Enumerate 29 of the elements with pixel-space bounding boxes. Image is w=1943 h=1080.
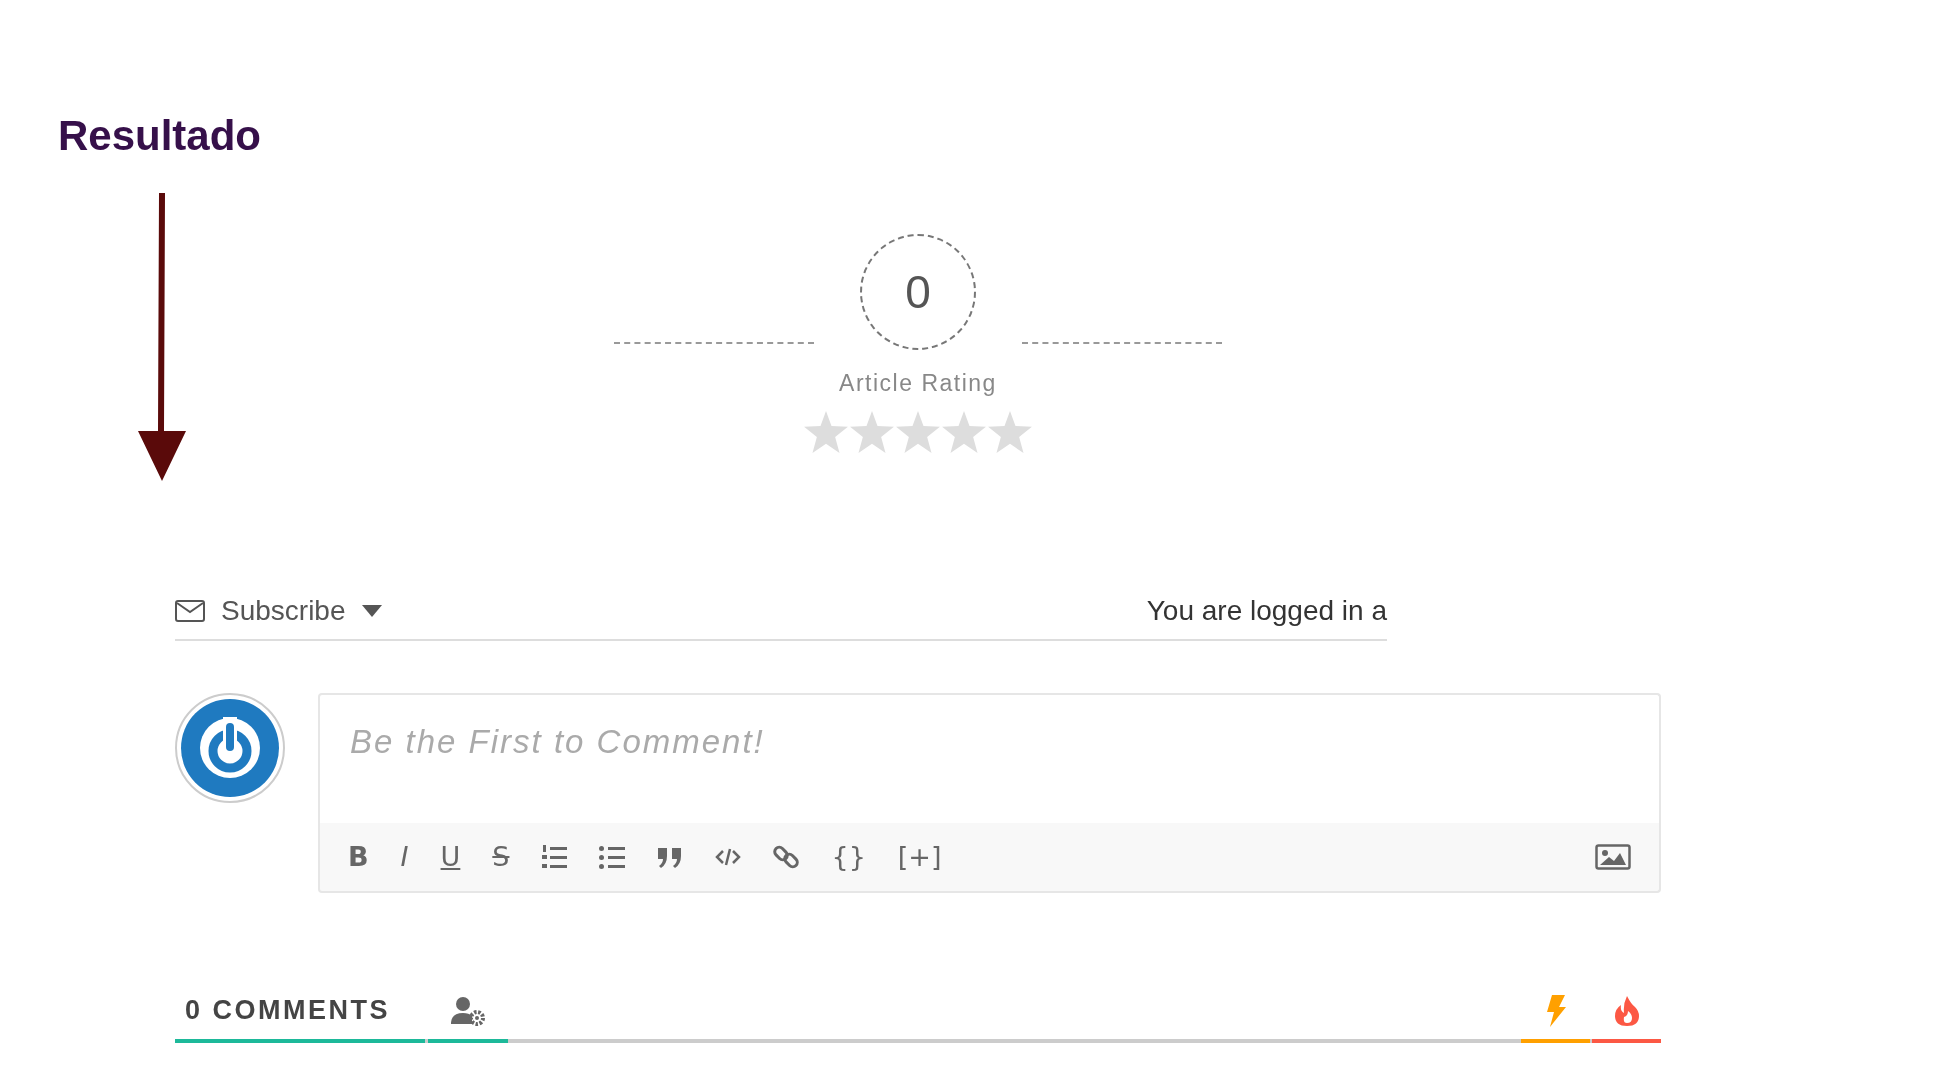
login-status-text: You are logged in a: [1146, 593, 1387, 628]
star-icon[interactable]: [804, 410, 848, 453]
image-icon: [1595, 843, 1631, 870]
avatar-icon: [175, 692, 285, 803]
annotation-title: Resultado: [58, 112, 263, 160]
spoiler-button[interactable]: [+]: [889, 843, 950, 870]
flame-icon: [1614, 995, 1639, 1026]
italic-button[interactable]: I: [392, 843, 417, 870]
star-icon[interactable]: [850, 410, 894, 453]
lightning-icon: [1544, 994, 1567, 1027]
rating-label: Article Rating: [839, 369, 997, 398]
underline-button[interactable]: U: [432, 843, 469, 870]
star-icon[interactable]: [896, 410, 940, 453]
caret-icon: [361, 604, 382, 617]
comment-field[interactable]: Be the First to Comment!: [318, 692, 1661, 823]
user-gear-icon: [451, 995, 485, 1026]
bold-button[interactable]: B: [340, 843, 377, 870]
star-icon[interactable]: [942, 410, 986, 453]
subscribe-dropdown[interactable]: Subscribe: [221, 589, 382, 632]
bullet-list-icon: [599, 843, 626, 870]
comments-count: 0 COMMENTS: [175, 982, 425, 1043]
strike-button[interactable]: S: [484, 843, 518, 870]
star-icon[interactable]: [988, 410, 1032, 453]
rating-value: 0: [860, 234, 976, 350]
star-rating[interactable]: [804, 410, 1032, 453]
code-block-button[interactable]: {}: [823, 843, 874, 870]
mail-icon: [175, 599, 205, 622]
link-icon: [773, 843, 800, 870]
ordered-list-icon: [541, 843, 568, 870]
